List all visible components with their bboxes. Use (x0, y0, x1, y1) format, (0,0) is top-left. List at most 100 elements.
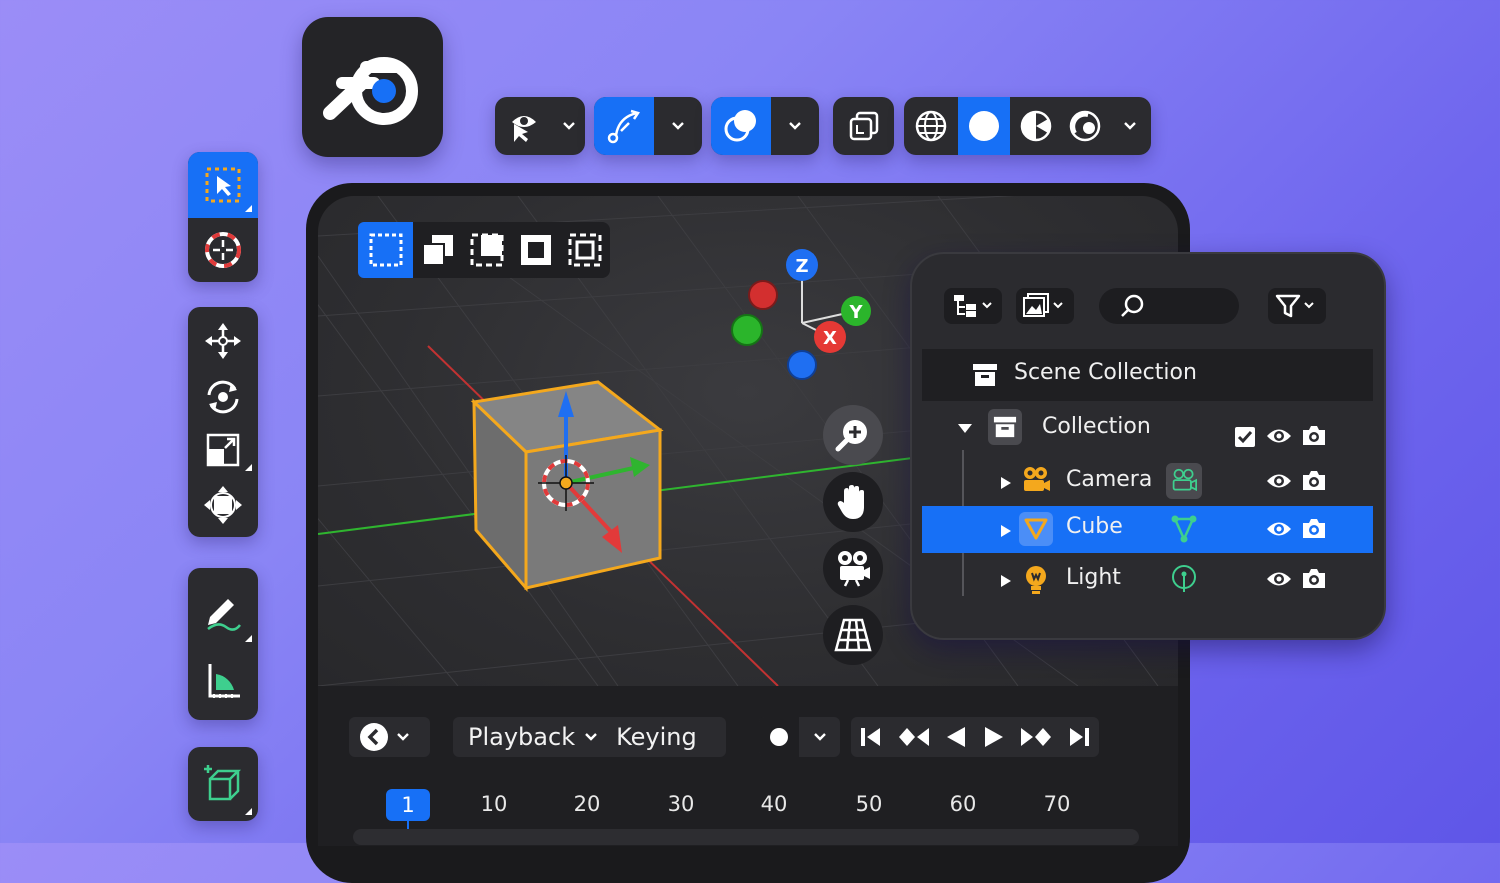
editor-type-button[interactable] (349, 717, 430, 757)
expand-arrow-icon[interactable] (957, 422, 973, 434)
wireframe-sphere-icon[interactable] (904, 97, 958, 155)
outliner-item-label: Light (1066, 565, 1121, 590)
outliner-item-label: Camera (1066, 467, 1153, 492)
eye-pointer-icon[interactable] (495, 97, 553, 155)
transform-gizmo[interactable] (520, 385, 660, 560)
perspective-grid-icon[interactable] (823, 605, 883, 665)
cursor-icon[interactable] (188, 218, 258, 282)
zoom-icon[interactable] (823, 405, 883, 465)
mesh-object-icon (1019, 512, 1053, 546)
timeline-editor (318, 686, 1178, 846)
annotate-icon[interactable] (188, 576, 258, 648)
eye-icon[interactable] (1265, 568, 1293, 590)
measure-icon[interactable] (188, 648, 258, 714)
play-reverse-icon[interactable] (944, 725, 968, 749)
xray-icon[interactable] (833, 97, 894, 155)
frame-label: 70 (1043, 792, 1071, 816)
eye-icon[interactable] (1265, 425, 1293, 447)
material-sphere-icon[interactable] (1010, 97, 1062, 155)
search-input[interactable] (1099, 288, 1239, 324)
expand-arrow-icon[interactable] (1000, 574, 1012, 588)
transform-pivot-group[interactable] (594, 97, 702, 155)
expand-arrow-icon[interactable] (1000, 476, 1012, 490)
scale-icon[interactable] (188, 423, 258, 477)
chevron-down-icon[interactable] (799, 732, 840, 742)
frame-label: 60 (949, 792, 977, 816)
curve-arrow-icon[interactable] (594, 97, 654, 155)
select-new-icon[interactable] (358, 222, 414, 278)
chevron-down-icon[interactable] (654, 97, 702, 155)
frame-label: 40 (760, 792, 788, 816)
camera-data-icon[interactable] (1166, 463, 1202, 499)
expand-arrow-icon[interactable] (1000, 524, 1012, 538)
xray-group[interactable] (833, 97, 894, 155)
filter-icon[interactable] (1268, 288, 1326, 324)
eye-icon[interactable] (1265, 470, 1293, 492)
record-icon[interactable] (759, 717, 799, 757)
select-box-icon[interactable] (188, 152, 258, 218)
playback-menu[interactable]: Playback (468, 723, 575, 751)
clock-icon (360, 723, 388, 751)
select-invert-icon[interactable] (512, 222, 561, 278)
collection-row[interactable]: Collection (922, 405, 1373, 451)
outliner-item-label: Cube (1066, 514, 1123, 539)
collection-box-icon (988, 409, 1022, 445)
scene-collection-label: Scene Collection (1014, 360, 1197, 385)
collection-box-icon (973, 364, 997, 386)
gizmo-x-label: X (823, 328, 837, 349)
display-mode-icon[interactable] (944, 288, 1002, 324)
outliner-item-camera[interactable]: Camera (922, 458, 1373, 504)
jump-start-icon[interactable] (858, 725, 884, 749)
light-data-icon[interactable] (1171, 564, 1197, 596)
checkbox-icon[interactable] (1234, 426, 1256, 448)
move-icon[interactable] (188, 311, 258, 371)
add-tools-group (188, 747, 258, 821)
camera-view-icon[interactable] (823, 538, 883, 598)
eye-icon[interactable] (1265, 518, 1293, 540)
rendered-sphere-icon[interactable] (1062, 97, 1108, 155)
camera-render-icon[interactable] (1301, 566, 1327, 590)
camera-render-icon[interactable] (1301, 516, 1327, 540)
scene-collection-row[interactable]: Scene Collection (922, 349, 1373, 401)
chevron-down-icon[interactable] (584, 732, 598, 742)
current-frame-indicator[interactable]: 1 (386, 789, 430, 821)
hand-pan-icon[interactable] (823, 472, 883, 532)
transport-controls (851, 717, 1099, 757)
light-object-icon (1026, 566, 1046, 594)
filter-image-icon[interactable] (1016, 288, 1074, 324)
auto-keying-group (759, 717, 840, 757)
select-intersect-icon[interactable] (561, 222, 610, 278)
annotate-tools-group (188, 568, 258, 720)
outliner-item-cube[interactable]: Cube (922, 506, 1373, 553)
rotate-icon[interactable] (188, 371, 258, 423)
overlays-group[interactable] (711, 97, 819, 155)
frame-label: 50 (855, 792, 883, 816)
camera-object-icon (1024, 467, 1050, 491)
axis-navigation-gizmo[interactable]: Z Y X (726, 245, 886, 385)
solid-sphere-icon[interactable] (958, 97, 1010, 155)
shading-group[interactable] (904, 97, 1151, 155)
jump-end-icon[interactable] (1066, 725, 1092, 749)
chevron-down-icon[interactable] (1108, 97, 1151, 155)
next-keyframe-icon[interactable] (1019, 725, 1053, 749)
outliner-item-light[interactable]: Light (922, 556, 1373, 602)
select-subtract-icon[interactable] (462, 222, 511, 278)
prev-keyframe-icon[interactable] (897, 725, 931, 749)
overlay-circles-icon[interactable] (711, 97, 771, 155)
select-extend-icon[interactable] (413, 222, 462, 278)
mesh-data-icon[interactable] (1170, 514, 1198, 544)
keying-menu[interactable]: Keying (616, 723, 697, 751)
transform-icon[interactable] (188, 477, 258, 533)
camera-render-icon[interactable] (1301, 423, 1327, 447)
add-cube-icon[interactable] (188, 747, 258, 821)
frame-label: 20 (573, 792, 601, 816)
camera-render-icon[interactable] (1301, 468, 1327, 492)
chevron-down-icon[interactable] (771, 97, 819, 155)
timeline-menus: Playback Keying (453, 717, 726, 757)
frame-label: 10 (480, 792, 508, 816)
gizmo-y-label: Y (848, 302, 863, 323)
chevron-down-icon[interactable] (553, 97, 585, 155)
view-select-group[interactable] (495, 97, 585, 155)
play-icon[interactable] (982, 725, 1006, 749)
selection-mode-toolbar (358, 222, 610, 278)
